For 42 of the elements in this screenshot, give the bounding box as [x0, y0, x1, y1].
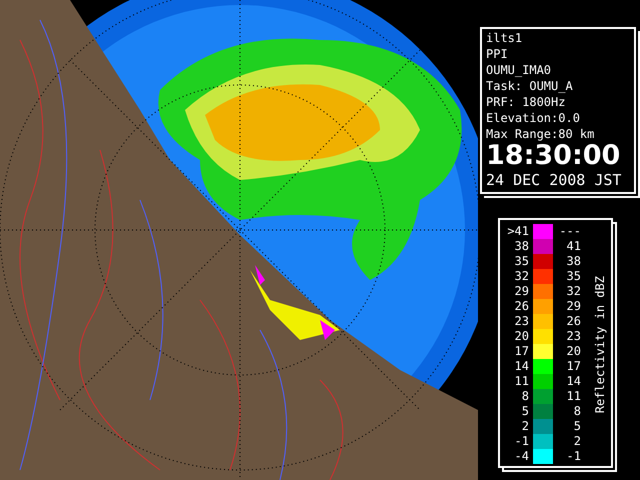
- scale-label: 14: [514, 359, 530, 374]
- date-text: 24 DEC 2008 JST: [486, 170, 622, 190]
- scale-label: -1: [566, 449, 582, 464]
- scale-label: 5: [572, 419, 582, 434]
- scale-label: 38: [514, 239, 530, 254]
- scale-label: 20: [514, 329, 530, 344]
- scale-label: 17: [566, 359, 582, 374]
- scale-label: 29: [514, 284, 530, 299]
- scale-label: 11: [514, 374, 530, 389]
- scale-label: 20: [566, 344, 582, 359]
- info-text: PPI: [486, 46, 509, 62]
- scale-label: 23: [566, 329, 582, 344]
- info-text: OUMU_IMA0: [486, 62, 552, 78]
- scale-label: >41: [506, 224, 530, 239]
- info-text: PRF: 1800Hz: [486, 94, 566, 110]
- scale-label: 2: [572, 434, 582, 449]
- scale-label: -1: [514, 434, 530, 449]
- scale-label: 29: [566, 299, 582, 314]
- scale-label: 41: [566, 239, 582, 254]
- scale-label: 26: [566, 314, 582, 329]
- scale-label: 17: [514, 344, 530, 359]
- info-text: Elevation:0.0: [486, 110, 581, 126]
- info-text: Max Range:80 km: [486, 126, 596, 142]
- scale-label: ---: [558, 224, 582, 239]
- scale-label: 32: [566, 284, 582, 299]
- scale-label: 23: [514, 314, 530, 329]
- time-text: 18:30:00: [486, 142, 622, 170]
- axis-label: Reflectivity in dBZ: [592, 276, 608, 414]
- info-text: Task: OUMU_A: [486, 78, 574, 94]
- scale-label: 26: [514, 299, 530, 314]
- scale-label: 11: [566, 389, 582, 404]
- info-text: ilts1: [486, 30, 524, 46]
- scale-label: 2: [520, 419, 530, 434]
- scale-label: 32: [514, 269, 530, 284]
- scale-label: 35: [514, 254, 530, 269]
- scale-label: 8: [572, 404, 582, 419]
- scale-label: 38: [566, 254, 582, 269]
- scale-label: 8: [520, 389, 530, 404]
- scale-label: 5: [520, 404, 530, 419]
- scale-label: 35: [566, 269, 582, 284]
- scale-label: 14: [566, 374, 582, 389]
- scale-label: -4: [514, 449, 530, 464]
